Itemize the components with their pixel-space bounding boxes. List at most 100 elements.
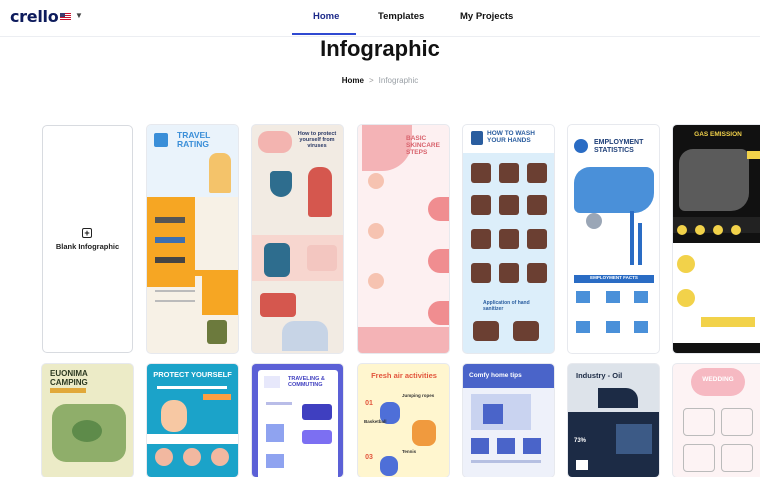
template-title: EMPLOYMENT STATISTICS	[594, 139, 644, 154]
emission-icon	[731, 225, 741, 235]
number-six-shape	[362, 125, 412, 171]
hands-step-icon	[527, 163, 547, 183]
plane-icon	[154, 133, 168, 147]
world-map-illustration	[574, 167, 654, 213]
face-illustration	[428, 249, 449, 273]
emission-icon	[677, 225, 687, 235]
hands-step-icon	[473, 321, 499, 341]
title-underline	[50, 388, 86, 393]
stat-icon	[634, 291, 648, 303]
chart-graphic	[616, 424, 652, 454]
hands-step-icon	[527, 195, 547, 215]
template-card-skincare-steps[interactable]: BASIC SKINCARE STEPS	[358, 125, 449, 353]
window-illustration	[483, 404, 503, 424]
woman-illustration	[258, 131, 292, 153]
top-bar: crello ▼ Home Templates My Projects	[0, 0, 760, 37]
nav-templates[interactable]: Templates	[378, 11, 424, 22]
breadcrumb-home[interactable]: Home	[342, 76, 364, 85]
face-illustration	[428, 197, 449, 221]
template-title: BASIC SKINCARE STEPS	[406, 135, 440, 157]
text-line	[471, 460, 541, 463]
basketball-illustration	[412, 420, 436, 446]
oil-pump-illustration	[598, 388, 638, 408]
hands-step-icon	[471, 263, 491, 283]
nav-my-projects[interactable]: My Projects	[460, 11, 513, 22]
breadcrumb-current: Infographic	[378, 76, 419, 85]
person-illustration	[308, 167, 332, 217]
stat-icon	[576, 321, 590, 333]
sketch-illustration	[721, 444, 753, 472]
template-card-euonima-camping[interactable]: EUONIMA CAMPING	[42, 364, 133, 477]
bar-graphic	[638, 223, 642, 265]
template-card-gas-emission[interactable]: GAS EMISSION	[673, 125, 760, 353]
hands-step-icon	[471, 195, 491, 215]
hands-step-icon	[499, 229, 519, 249]
divider-band	[147, 434, 238, 444]
template-title: TRAVEL RATING	[177, 130, 211, 150]
sketch-illustration	[683, 408, 715, 436]
face-icon	[368, 173, 384, 189]
hands-illustration	[282, 321, 328, 351]
yellow-circle-graphic	[677, 289, 695, 307]
hands-step-icon	[513, 321, 539, 341]
template-card-wedding[interactable]: WEDDING	[673, 364, 760, 477]
stat-icon	[266, 424, 284, 442]
car-illustration	[302, 430, 332, 444]
chat-bubble-icon	[586, 213, 602, 229]
plane-illustration	[302, 404, 332, 420]
nav-active-underline	[292, 33, 356, 35]
blank-infographic-label: Blank Infographic	[55, 242, 120, 251]
crello-logo[interactable]: crello	[10, 7, 59, 26]
tip-icon	[471, 438, 489, 454]
card-footer-pink	[358, 327, 449, 353]
nav-home[interactable]: Home	[313, 11, 339, 22]
step-number: 01	[365, 400, 373, 407]
template-title: Comfy home tips	[469, 372, 522, 379]
template-title: HOW TO WASH YOUR HANDS	[487, 130, 535, 145]
tip-icon	[523, 438, 541, 454]
stat-icon	[606, 321, 620, 333]
footer-bar	[701, 317, 755, 327]
stat-icon	[266, 454, 284, 468]
world-map-illustration	[679, 149, 749, 211]
card-block-orange-2	[202, 275, 238, 315]
template-card-comfy-home-tips[interactable]: Comfy home tips	[463, 364, 554, 477]
person-illustration	[209, 153, 231, 193]
template-card-wash-hands[interactable]: HOW TO WASH YOUR HANDS Application of ha…	[463, 125, 554, 353]
title-underline	[157, 386, 227, 389]
hands-step-icon	[499, 195, 519, 215]
globe-icon	[574, 139, 588, 153]
blank-infographic-card[interactable]: + Blank Infographic	[42, 125, 133, 353]
text-line	[155, 300, 195, 302]
plus-icon: +	[82, 228, 92, 238]
hands-step-icon	[527, 229, 547, 249]
sketch-illustration	[721, 408, 753, 436]
template-title: WEDDING	[702, 376, 734, 383]
hand-icon	[471, 131, 483, 145]
stat-icon	[606, 291, 620, 303]
us-flag-icon[interactable]	[60, 13, 71, 21]
template-card-fresh-air-activities[interactable]: Fresh air activities 01 Jumping ropes Ba…	[358, 364, 449, 477]
chevron-down-icon[interactable]: ▼	[75, 11, 83, 20]
mask-illustration	[307, 245, 337, 271]
sketch-illustration	[683, 444, 715, 472]
face-illustration	[428, 301, 449, 325]
template-card-employment-statistics[interactable]: EMPLOYMENT STATISTICS EMPLOYMENT FACTS	[568, 125, 659, 353]
activity-label: Basketball	[364, 419, 387, 424]
hands-step-icon	[471, 229, 491, 249]
ship-illustration	[155, 237, 185, 243]
face-icon	[155, 448, 173, 466]
template-card-protect-yourself[interactable]: PROTECT YOURSELF	[147, 364, 238, 477]
tip-icon	[497, 438, 515, 454]
template-card-industry-oil[interactable]: Industry - Oil 73%	[568, 364, 659, 477]
template-footer-text: Application of hand sanitizer	[483, 300, 530, 312]
template-card-protect-from-viruses[interactable]: How to protect yourself from viruses	[252, 125, 343, 353]
template-card-travel-rating[interactable]: TRAVEL RATING	[147, 125, 238, 353]
trees-illustration	[72, 420, 102, 442]
breadcrumb-separator: >	[368, 76, 374, 85]
hands-step-icon	[499, 163, 519, 183]
building-icon	[576, 460, 588, 470]
child-illustration	[161, 400, 187, 432]
template-card-traveling-commuting[interactable]: TRAVELING & COMMUTING	[252, 364, 343, 477]
template-title: PROTECT YOURSELF	[153, 370, 232, 379]
